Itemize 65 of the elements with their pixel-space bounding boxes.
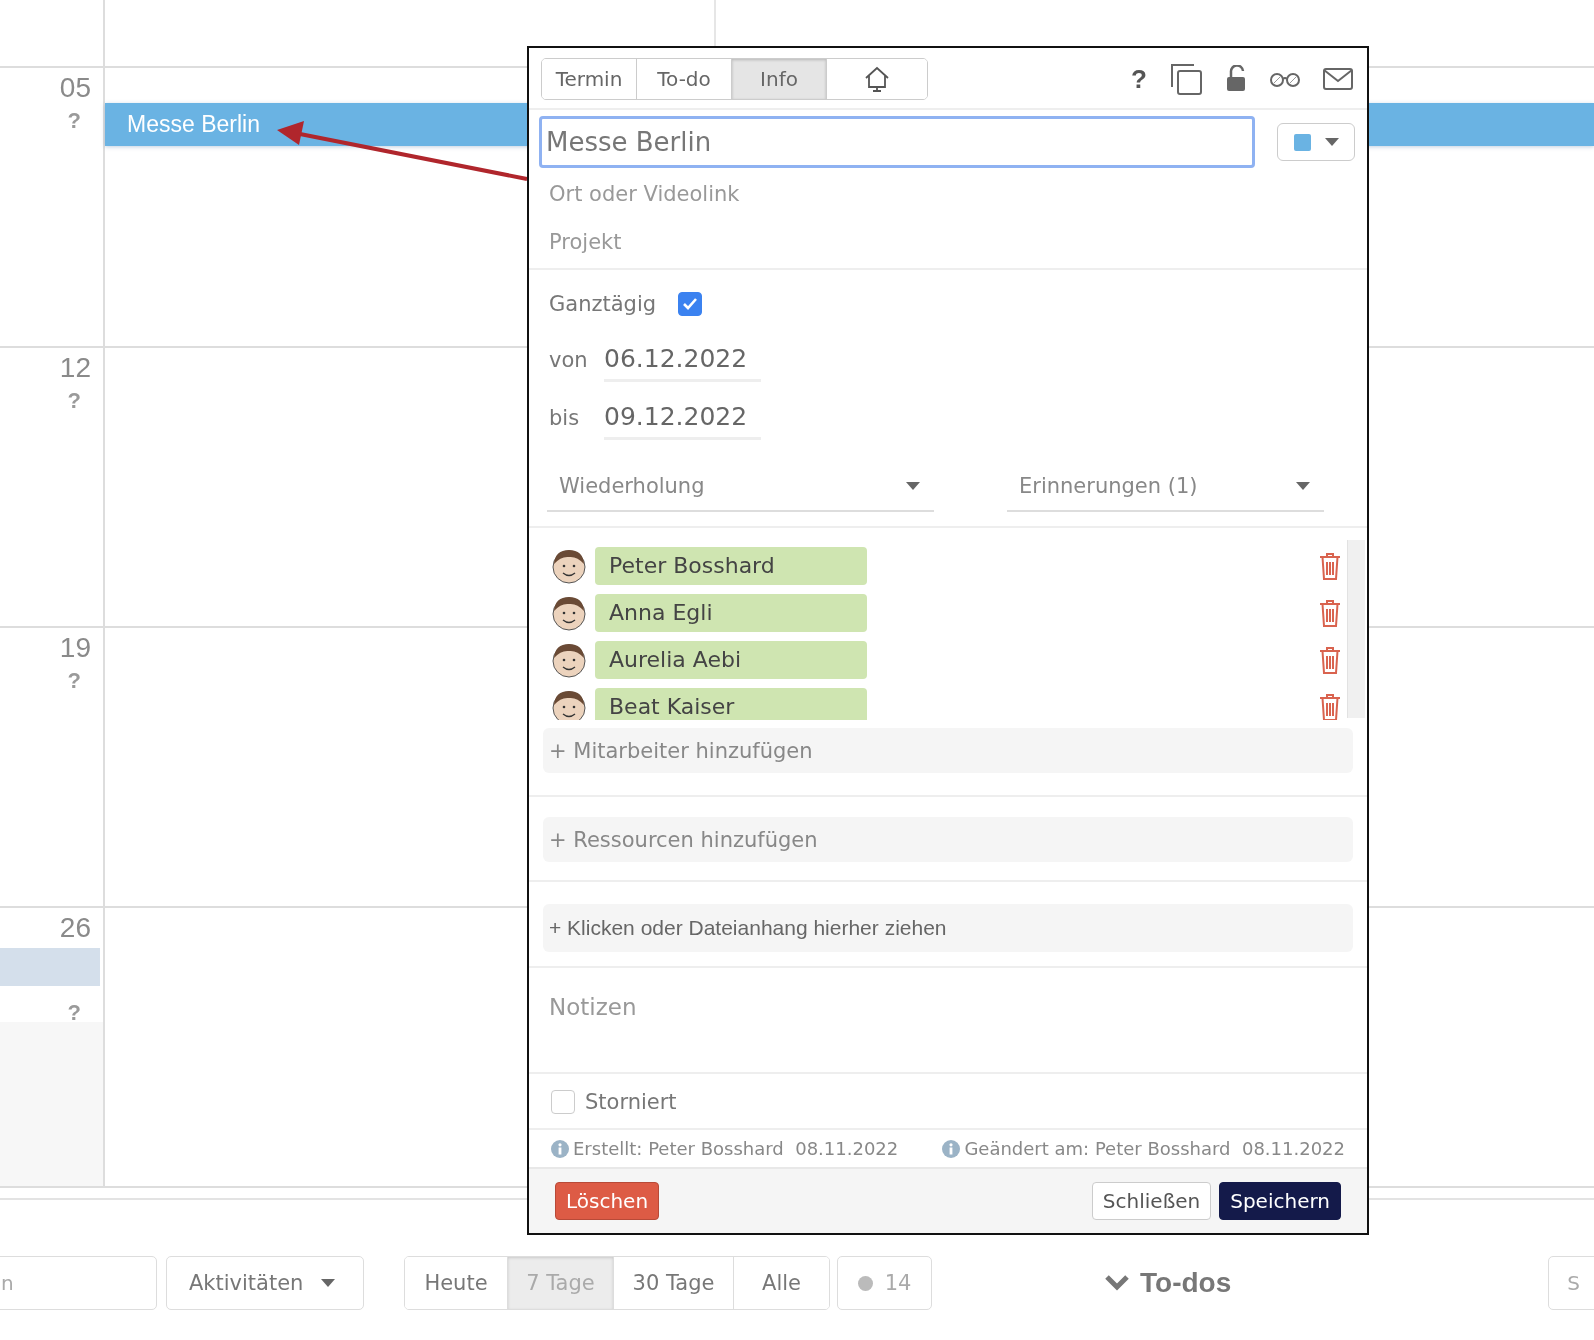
info-icon xyxy=(551,1139,569,1158)
text-field[interactable]: S xyxy=(1548,1256,1594,1310)
add-resources-button[interactable]: + Ressourcen hinzufügen xyxy=(543,817,1353,862)
chevron-down-icon xyxy=(1104,1274,1130,1292)
modified-info: Geändert am: Peter Bosshard 08.11.2022 xyxy=(964,1138,1345,1159)
location-field[interactable]: Ort oder Videolink xyxy=(549,182,949,206)
project-field[interactable]: Projekt xyxy=(549,230,949,254)
add-staff-button[interactable]: + Mitarbeiter hinzufügen xyxy=(543,728,1353,773)
unlocked-padlock-icon xyxy=(1225,65,1247,93)
avatar-icon xyxy=(551,594,587,631)
count-badge[interactable]: 14 xyxy=(837,1256,932,1310)
all-day-label: Ganztägig xyxy=(549,292,657,316)
house-icon xyxy=(863,65,891,93)
created-info: Erstellt: Peter Bosshard 08.11.2022 xyxy=(573,1138,899,1159)
participant-tag: Peter Bosshard xyxy=(595,546,867,585)
search-field[interactable]: n xyxy=(0,1256,157,1310)
title-field[interactable]: Messe Berlin xyxy=(539,116,1255,168)
activities-dropdown[interactable]: Aktivitäten xyxy=(166,1256,364,1310)
participant-tag: Aurelia Aebi xyxy=(595,640,867,679)
checkmark-icon xyxy=(682,297,699,311)
caret-icon xyxy=(906,482,920,490)
repeat-dropdown[interactable]: Wiederholung xyxy=(547,460,934,512)
cancelled-label: Storniert xyxy=(585,1090,677,1114)
trash-icon xyxy=(1319,551,1341,580)
participant-tag: Beat Kaiser xyxy=(595,687,867,720)
tab[interactable]: Info xyxy=(732,59,827,99)
participant-tag: Anna Egli xyxy=(595,593,867,632)
week-status: ? xyxy=(67,388,82,414)
date-label: von xyxy=(549,348,589,372)
caret-icon xyxy=(321,1279,336,1287)
attachment-drop-zone[interactable]: + Klicken oder Dateianhang hierher ziehen xyxy=(543,904,1353,952)
week-status: ? xyxy=(67,668,82,694)
week-status: ? xyxy=(67,108,82,134)
todos-toggle[interactable]: To-dos xyxy=(1104,1267,1232,1299)
week-number: 05 xyxy=(59,72,92,104)
caret-icon xyxy=(1296,482,1310,490)
color-picker-button[interactable] xyxy=(1277,123,1355,161)
trash-icon xyxy=(1319,598,1341,627)
trash-icon xyxy=(1319,692,1341,720)
status-dot-icon xyxy=(857,1275,873,1291)
scrollbar[interactable] xyxy=(1347,540,1365,718)
delete-button[interactable]: Löschen xyxy=(555,1182,660,1220)
reminders-dropdown[interactable]: Erinnerungen (1) xyxy=(1007,460,1324,512)
all-day-checkbox[interactable] xyxy=(678,292,703,316)
date-label: bis xyxy=(549,406,581,430)
help-button[interactable]: ? xyxy=(1131,63,1147,95)
week-status: ? xyxy=(67,1000,82,1026)
week-number: 26 xyxy=(59,912,92,944)
week-number: 12 xyxy=(59,352,92,384)
copy-icon xyxy=(1169,62,1203,96)
week-number: 19 xyxy=(59,632,92,664)
mail-icon xyxy=(1323,67,1353,91)
avatar-icon xyxy=(551,547,587,584)
tab[interactable]: Termin xyxy=(542,59,637,99)
cancelled-checkbox[interactable] xyxy=(551,1090,575,1114)
caret-icon xyxy=(1324,138,1339,146)
close-button[interactable]: Schließen xyxy=(1091,1182,1212,1220)
info-icon xyxy=(942,1139,961,1158)
avatar-icon xyxy=(551,641,587,678)
range-button[interactable]: Heute xyxy=(405,1257,508,1309)
todo-count: 14 xyxy=(884,1271,912,1295)
save-button[interactable]: Speichern xyxy=(1219,1182,1341,1220)
glasses-icon xyxy=(1269,71,1301,87)
trash-icon xyxy=(1319,645,1341,674)
avatar-icon xyxy=(551,688,587,720)
